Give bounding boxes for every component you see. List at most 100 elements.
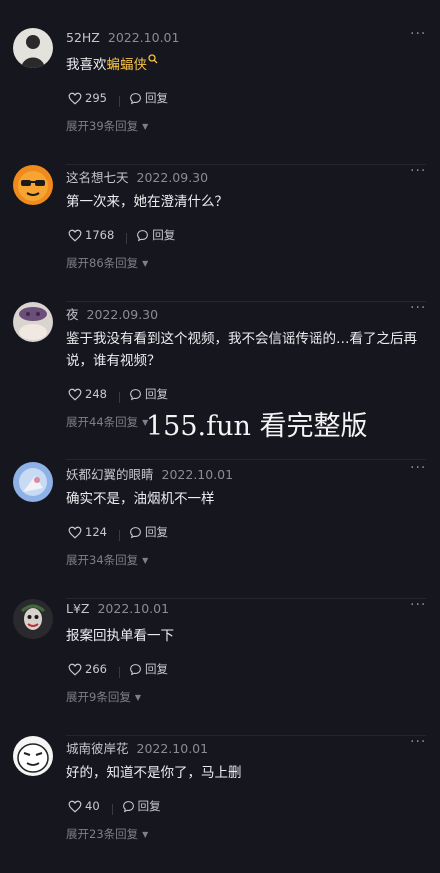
like-count: 1768	[85, 228, 115, 242]
expand-replies-button[interactable]: 展开9条回复 ▼	[66, 689, 141, 705]
expand-replies-label: 展开9条回复	[66, 690, 131, 704]
more-options-icon[interactable]: ···	[410, 461, 426, 476]
joker-avatar-icon	[13, 599, 53, 639]
comment-date: 2022.10.01	[136, 741, 209, 756]
like-count: 266	[85, 662, 107, 676]
divider	[126, 232, 128, 244]
comment-item: 城南彼岸花 2022.10.01 ··· 好的，知道不是你了，马上删 40 回复 …	[0, 735, 440, 873]
comment-item: L¥Z 2022.10.01 ··· 报案回执单看一下 266 回复 展开9条回复…	[0, 598, 440, 736]
avatar[interactable]	[13, 599, 53, 639]
comment-actions: 40 回复	[68, 798, 171, 816]
avatar[interactable]	[13, 165, 53, 205]
more-options-icon[interactable]: ···	[410, 27, 426, 42]
comment-bubble-icon	[130, 526, 141, 538]
search-highlight-link[interactable]: 蝙蝠侠	[107, 57, 148, 73]
like-count: 248	[85, 387, 107, 401]
username[interactable]: 这名想七天	[66, 170, 129, 185]
avatar[interactable]	[13, 28, 53, 68]
comment-date: 2022.10.01	[97, 601, 170, 616]
comment-bubble-icon	[137, 229, 149, 241]
expand-replies-label: 展开86条回复	[66, 256, 139, 270]
reply-label: 回复	[144, 525, 168, 539]
reply-label: 回复	[144, 91, 168, 105]
more-options-icon[interactable]: ···	[410, 735, 426, 750]
avatar[interactable]	[13, 736, 53, 776]
comment-date: 2022.09.30	[136, 170, 209, 185]
sunglasses-emoji-avatar-icon	[13, 165, 53, 205]
comment-text: 报案回执单看一下	[66, 628, 174, 644]
like-count: 295	[85, 91, 107, 105]
username[interactable]: 52HZ	[66, 30, 100, 45]
username[interactable]: 妖都幻翼的眼睛	[66, 467, 154, 482]
search-icon[interactable]	[148, 54, 158, 64]
reply-label: 回复	[137, 799, 161, 813]
comment-bubble-icon	[130, 92, 141, 104]
chevron-down-icon: ▼	[142, 556, 149, 565]
expand-replies-button[interactable]: 展开39条回复 ▼	[66, 118, 148, 134]
reply-button[interactable]: 回复	[129, 524, 168, 540]
comment-actions: 295 回复	[68, 90, 178, 108]
comment-text-plain: 我喜欢	[66, 57, 107, 73]
person-silhouette-avatar-icon	[13, 28, 53, 68]
avatar[interactable]	[13, 462, 53, 502]
comment-actions: 1768 回复	[68, 227, 185, 245]
more-options-icon[interactable]: ···	[410, 301, 426, 316]
username[interactable]: 夜	[66, 307, 79, 322]
chevron-down-icon: ▼	[142, 830, 149, 839]
chevron-down-icon: ▼	[142, 259, 149, 268]
heart-icon	[68, 800, 82, 813]
comment-bubble-icon	[122, 800, 134, 812]
like-button[interactable]: 266	[68, 662, 107, 676]
heart-icon	[68, 229, 82, 242]
like-button[interactable]: 40	[68, 799, 100, 813]
cat-avatar-icon	[13, 302, 53, 342]
more-options-icon[interactable]: ···	[410, 598, 426, 613]
expand-replies-button[interactable]: 展开34条回复 ▼	[66, 552, 148, 568]
comment-actions: 248 回复	[68, 386, 178, 404]
like-button[interactable]: 248	[68, 387, 107, 401]
comment-bubble-icon	[130, 663, 141, 675]
divider	[118, 95, 120, 107]
expand-replies-button[interactable]: 展开44条回复 ▼	[66, 414, 148, 430]
chevron-down-icon: ▼	[142, 122, 149, 131]
comment-bubble-icon	[130, 388, 141, 400]
reply-label: 回复	[144, 387, 168, 401]
like-count: 124	[85, 525, 107, 539]
username[interactable]: L¥Z	[66, 601, 89, 616]
divider	[118, 666, 120, 678]
reply-label: 回复	[144, 662, 168, 676]
expand-replies-label: 展开39条回复	[66, 119, 139, 133]
comment-date: 2022.10.01	[107, 30, 180, 45]
divider	[66, 459, 426, 460]
heart-icon	[68, 526, 82, 539]
comment-meta: 这名想七天 2022.09.30	[66, 167, 208, 186]
like-count: 40	[85, 799, 100, 813]
like-button[interactable]: 124	[68, 525, 107, 539]
expand-replies-label: 展开34条回复	[66, 553, 139, 567]
comment-text: 我喜欢蝙蝠侠	[66, 54, 426, 76]
like-button[interactable]: 295	[68, 91, 107, 105]
reply-button[interactable]: 回复	[122, 798, 161, 814]
comment-date: 2022.10.01	[161, 467, 234, 482]
watermark: 155.fun 看完整版	[146, 411, 368, 442]
expand-replies-button[interactable]: 展开86条回复 ▼	[66, 255, 148, 271]
comment-meta: 妖都幻翼的眼睛 2022.10.01	[66, 464, 233, 483]
divider	[118, 391, 120, 403]
username[interactable]: 城南彼岸花	[66, 741, 129, 756]
comment-meta: L¥Z 2022.10.01	[66, 601, 169, 616]
comment-date: 2022.09.30	[86, 307, 159, 322]
avatar[interactable]	[13, 302, 53, 342]
comment-item: 这名想七天 2022.09.30 ··· 第一次来，她在澄清什么？ 1768 回复…	[0, 164, 440, 302]
comment-item: 52HZ 2022.10.01 ··· 我喜欢蝙蝠侠 295 回复 展开39条回复…	[0, 27, 440, 165]
reply-button[interactable]: 回复	[129, 386, 168, 402]
heart-icon	[68, 663, 82, 676]
like-button[interactable]: 1768	[68, 228, 114, 242]
reply-button[interactable]: 回复	[129, 90, 168, 106]
reply-button[interactable]: 回复	[136, 227, 175, 243]
more-options-icon[interactable]: ···	[410, 164, 426, 179]
divider	[111, 803, 113, 815]
reply-button[interactable]: 回复	[129, 661, 168, 677]
comment-text: 好的，知道不是你了，马上删	[66, 765, 242, 781]
divider	[118, 529, 120, 541]
expand-replies-button[interactable]: 展开23条回复 ▼	[66, 826, 148, 842]
